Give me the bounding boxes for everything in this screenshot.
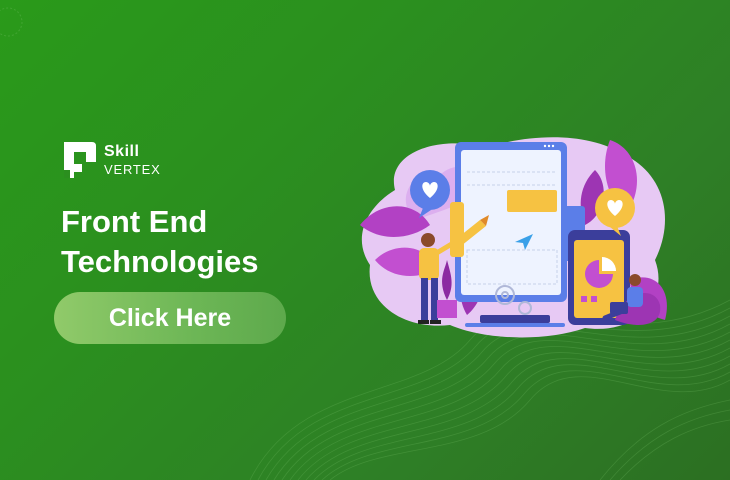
title-line1: Front End xyxy=(61,204,208,239)
ui-block-yellow xyxy=(507,190,557,212)
front-end-illustration xyxy=(360,137,667,338)
tablet-screen xyxy=(461,150,561,295)
promo-banner: Skill VERTEX Front End Technologies Clic… xyxy=(0,0,730,480)
skill-vertex-logo-icon xyxy=(64,142,96,178)
corner-decoration xyxy=(0,7,23,37)
brand-name-line1: Skill xyxy=(104,143,140,160)
page-title: Front End Technologies xyxy=(61,202,321,282)
title-line2: Technologies xyxy=(61,244,259,279)
brand-logo[interactable]: Skill VERTEX xyxy=(62,140,161,180)
brand-name-line2: VERTEX xyxy=(104,162,161,177)
click-here-button[interactable]: Click Here xyxy=(54,292,286,344)
brand-name: Skill VERTEX xyxy=(104,143,161,177)
